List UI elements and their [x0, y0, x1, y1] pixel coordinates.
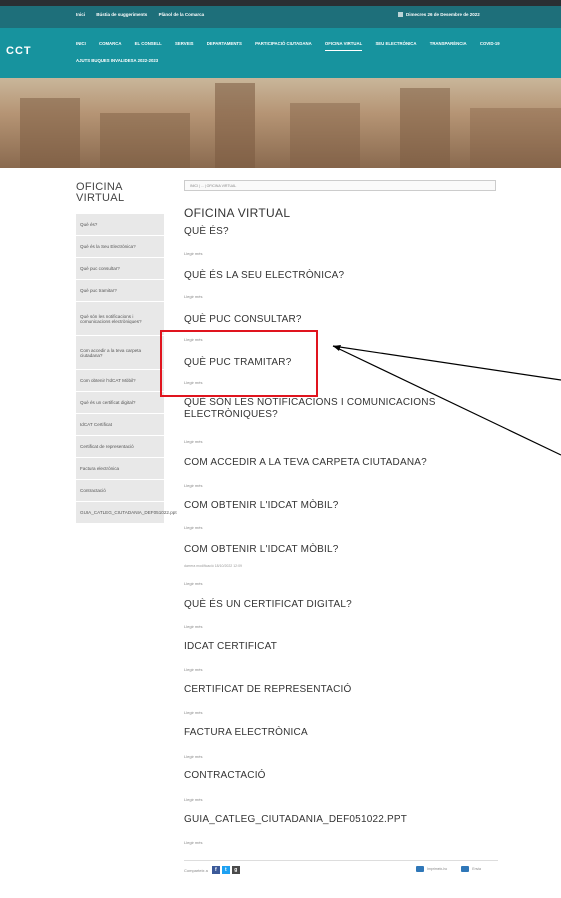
print-icon[interactable]	[416, 866, 424, 872]
sidebar-item-notificacions[interactable]: Què són les notificacions i comunicacion…	[76, 302, 164, 336]
nav-transparencia[interactable]: TRANSPARÈNCIA	[430, 41, 467, 46]
nav-comarca[interactable]: COMARCA	[99, 41, 121, 46]
sidebar-item-idcat-certificat[interactable]: IdCAT Certificat	[76, 414, 164, 436]
sidebar-title: OFICINA VIRTUAL	[76, 181, 125, 204]
facebook-icon[interactable]: f	[211, 866, 220, 874]
nav-covid[interactable]: COVID-19	[480, 41, 500, 46]
nav-oficina-virtual[interactable]: OFICINA VIRTUAL	[324, 41, 363, 51]
print-link[interactable]: Imprimeix-ho	[427, 867, 447, 871]
sidebar-item-carpeta[interactable]: Com accedir a la teva carpeta ciutadana?	[76, 336, 164, 370]
nav-inici[interactable]: INICI	[76, 41, 86, 46]
read-more-link[interactable]: Llegir més	[184, 797, 202, 802]
section-heading-idcat-certificat[interactable]: IDCAT CERTIFICAT	[184, 641, 514, 653]
read-more-link[interactable]: Llegir més	[184, 251, 202, 256]
hero-banner-image	[0, 78, 561, 168]
sidebar-item-factura[interactable]: Factura electrònica	[76, 458, 164, 480]
read-more-link[interactable]: Llegir més	[184, 710, 202, 715]
nav-seu-electronica[interactable]: SEU ELECTRÒNICA	[375, 41, 416, 46]
main-menu: INICI COMARCA EL CONSELL SERVEIS DEPARTA…	[76, 41, 512, 63]
sidebar-item-representacio[interactable]: Certificat de representació	[76, 436, 164, 458]
read-more-link[interactable]: Llegir més	[184, 439, 202, 444]
google-plus-icon[interactable]: g	[231, 866, 240, 874]
section-heading-notificacions[interactable]: QUÈ SÓN LES NOTIFICACIONS I COMUNICACION…	[184, 397, 514, 421]
sidebar-item-certificat-digital[interactable]: Què és un certificat digital?	[76, 392, 164, 414]
section-heading-certificat-digital[interactable]: QUÈ ÉS UN CERTIFICAT DIGITAL?	[184, 599, 514, 611]
nav-serveis[interactable]: SERVEIS	[175, 41, 194, 46]
read-more-link[interactable]: Llegir més	[184, 754, 202, 759]
main-navbar: CCT INICI COMARCA EL CONSELL SERVEIS DEP…	[0, 28, 561, 78]
section-heading-consultar[interactable]: QUÈ PUC CONSULTAR?	[184, 314, 514, 326]
read-more-link[interactable]: Llegir més	[184, 483, 202, 488]
nav-departaments[interactable]: DEPARTAMENTS	[207, 41, 242, 46]
current-date: Dimecres 26 de Desembre de 2022	[398, 12, 480, 18]
section-heading-representacio[interactable]: CERTIFICAT DE REPRESENTACIÓ	[184, 684, 514, 696]
nav-participacio[interactable]: PARTICIPACIÓ CIUTADANA	[255, 41, 312, 46]
top-utility-bar: Inici Bústia de suggeriments Plànol de l…	[0, 0, 561, 28]
section-heading-carpeta[interactable]: COM ACCEDIR A LA TEVA CARPETA CIUTADANA?	[184, 457, 514, 469]
section-heading-factura[interactable]: FACTURA ELECTRÒNICA	[184, 727, 514, 739]
section-heading-idcat-mobil[interactable]: COM OBTENIR L'IDCAT MÒBIL?	[184, 500, 514, 512]
main-menu-row-1: INICI COMARCA EL CONSELL SERVEIS DEPARTA…	[76, 41, 512, 51]
calendar-icon	[398, 12, 403, 18]
sidebar-item-guia[interactable]: GUIA_CATLEG_CIUTADANIA_DEF051022.ppt	[76, 502, 177, 524]
section-heading-contractacio[interactable]: CONTRACTACIÓ	[184, 770, 514, 782]
highlight-box	[160, 330, 318, 397]
sidebar-item-que-es[interactable]: Què és?	[76, 214, 164, 236]
utility-links: Inici Bústia de suggeriments Plànol de l…	[76, 12, 214, 17]
nav-consell[interactable]: EL CONSELL	[135, 41, 162, 46]
read-more-link[interactable]: Llegir més	[184, 294, 202, 299]
modified-date: darrera modificació 18/10/2022 12:09	[184, 564, 242, 568]
sidebar-item-tramitar[interactable]: Què puc tramitar?	[76, 280, 164, 302]
read-more-link[interactable]: Llegir més	[184, 581, 202, 586]
read-more-link[interactable]: Llegir més	[184, 624, 202, 629]
nav-ajuts[interactable]: AJUTS BUQUES INVALIDESA 2022-2023	[76, 58, 158, 63]
footer-divider	[184, 860, 498, 861]
utility-link-map[interactable]: Plànol de la Comarca	[159, 12, 205, 17]
page-title: OFICINA VIRTUAL	[184, 206, 291, 220]
section-heading-seu-electronica[interactable]: QUÈ ÉS LA SEU ELECTRÒNICA?	[184, 270, 514, 282]
utility-link-suggestions[interactable]: Bústia de suggeriments	[96, 12, 147, 17]
share-label: Comparteix a	[184, 867, 208, 873]
section-heading-idcat-mobil-2[interactable]: COM OBTENIR L'IDCAT MÒBIL?	[184, 544, 514, 556]
section-heading-que-es[interactable]: QUÈ ÉS?	[184, 226, 514, 238]
read-more-link[interactable]: Llegir més	[184, 525, 202, 530]
read-more-link[interactable]: Llegir més	[184, 840, 202, 845]
section-heading-guia[interactable]: GUIA_CATLEG_CIUTADANIA_DEF051022.PPT	[184, 814, 514, 826]
email-icon[interactable]	[461, 866, 470, 872]
page-tools: Imprimeix-ho Envia	[416, 866, 481, 872]
sidebar-item-idcat-mobil[interactable]: Com obtenir l'IdCAT Mòbil?	[76, 370, 164, 392]
sidebar-menu: Què és? Què és la Seu Electrònica? Què p…	[76, 214, 177, 524]
breadcrumb[interactable]: INICI | ... | OFICINA VIRTUAL	[184, 180, 496, 191]
share-bar: Comparteix a f t g	[184, 866, 240, 874]
read-more-link[interactable]: Llegir més	[184, 667, 202, 672]
main-menu-row-2: AJUTS BUQUES INVALIDESA 2022-2023	[76, 58, 512, 63]
sidebar-item-seu-electronica[interactable]: Què és la Seu Electrònica?	[76, 236, 164, 258]
email-link[interactable]: Envia	[472, 867, 481, 871]
utility-link-inici[interactable]: Inici	[76, 12, 85, 17]
sidebar-item-contractacio[interactable]: Contractació	[76, 480, 164, 502]
sidebar-item-consultar[interactable]: Què puc consultar?	[76, 258, 164, 280]
twitter-icon[interactable]: t	[221, 866, 230, 874]
site-logo[interactable]: CCT	[6, 41, 48, 63]
